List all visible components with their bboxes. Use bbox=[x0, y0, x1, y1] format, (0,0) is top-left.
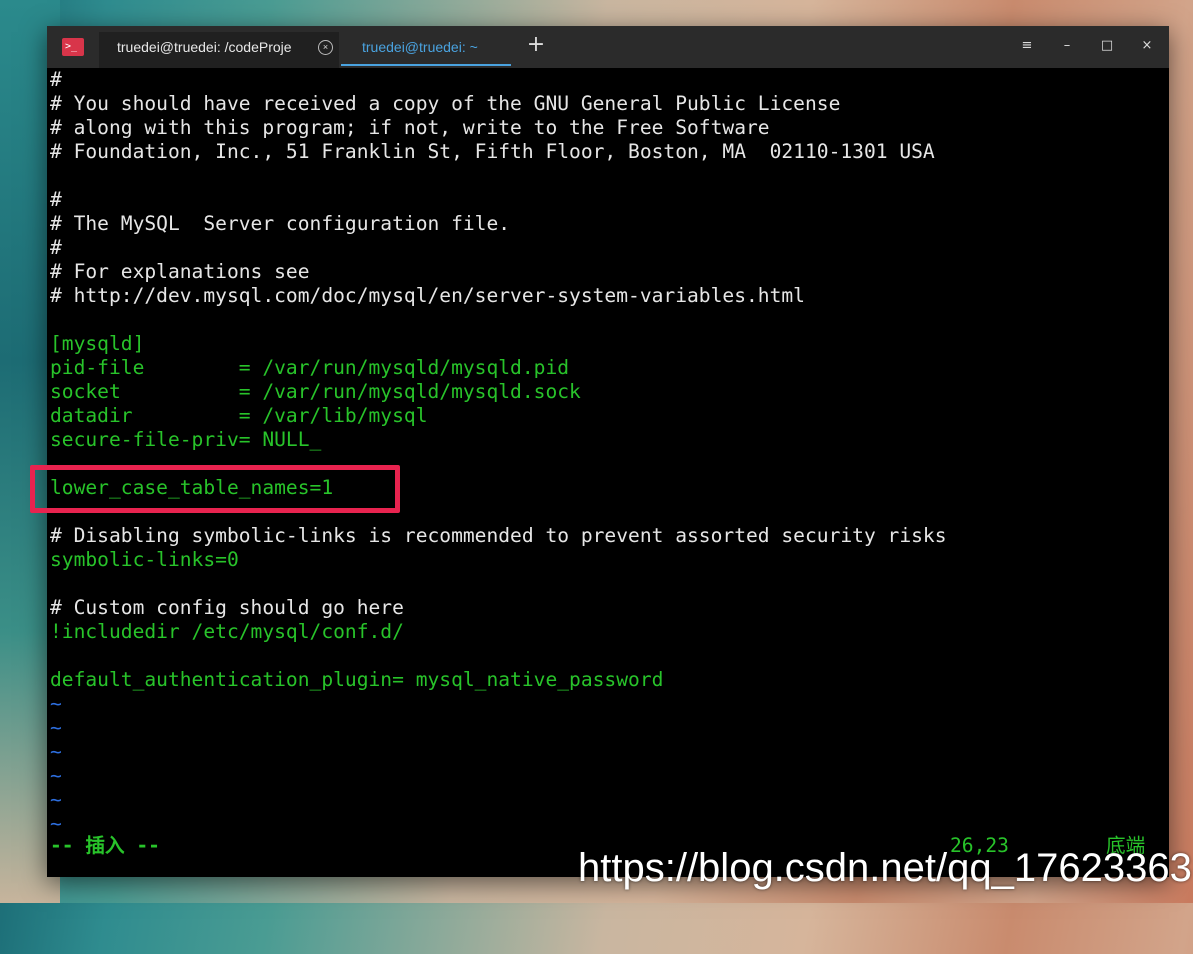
terminal-line: !includedir /etc/mysql/conf.d/ bbox=[50, 620, 404, 643]
terminal-line: socket = /var/run/mysqld/mysqld.sock bbox=[50, 380, 581, 403]
vim-mode-indicator: -- 插入 -- bbox=[50, 834, 160, 857]
maximize-icon[interactable]: □ bbox=[1097, 38, 1117, 53]
terminal-line: pid-file = /var/run/mysqld/mysqld.pid bbox=[50, 356, 570, 379]
terminal-line: secure-file-priv= NULL_ bbox=[50, 428, 322, 451]
tab-home[interactable]: truedei@truedei: ~ bbox=[341, 32, 511, 68]
terminal-line: # You should have received a copy of the… bbox=[50, 92, 841, 115]
terminal-app-icon: >_ bbox=[62, 38, 84, 56]
terminal-line: datadir = /var/lib/mysql bbox=[50, 404, 428, 427]
tab-close-icon[interactable]: × bbox=[318, 40, 333, 55]
terminal-line: # For explanations see bbox=[50, 260, 310, 283]
terminal-line: ~ bbox=[50, 788, 62, 811]
terminal-line: ~ bbox=[50, 716, 62, 739]
terminal-line: # http://dev.mysql.com/doc/mysql/en/serv… bbox=[50, 284, 805, 307]
terminal-line: # The MySQL Server configuration file. bbox=[50, 212, 511, 235]
minimize-icon[interactable]: – bbox=[1057, 38, 1077, 53]
terminal-line: ~ bbox=[50, 692, 62, 715]
highlight-annotation-box bbox=[30, 465, 400, 513]
tab-code-project[interactable]: truedei@truedei: /codeProje × bbox=[99, 32, 339, 68]
new-tab-plus-icon[interactable]: + bbox=[525, 34, 547, 56]
terminal-line: # bbox=[50, 236, 62, 259]
title-bar: >_ truedei@truedei: /codeProje × truedei… bbox=[47, 26, 1169, 68]
terminal-line: # Foundation, Inc., 51 Franklin St, Fift… bbox=[50, 140, 935, 163]
watermark-url: https://blog.csdn.net/qq_17623363 bbox=[578, 846, 1192, 890]
terminal-line: symbolic-links=0 bbox=[50, 548, 239, 571]
close-window-icon[interactable]: × bbox=[1137, 38, 1157, 53]
terminal-line: # Disabling symbolic-links is recommende… bbox=[50, 524, 947, 547]
terminal-window: >_ truedei@truedei: /codeProje × truedei… bbox=[47, 26, 1169, 877]
tab-label: truedei@truedei: /codeProje bbox=[117, 39, 292, 55]
terminal-line: # bbox=[50, 188, 62, 211]
terminal-line: ~ bbox=[50, 740, 62, 763]
terminal-line: # along with this program; if not, write… bbox=[50, 116, 770, 139]
terminal-line: [mysqld] bbox=[50, 332, 145, 355]
terminal-line: ~ bbox=[50, 812, 62, 835]
tab-label: truedei@truedei: ~ bbox=[362, 39, 478, 55]
active-tab-indicator bbox=[341, 64, 511, 66]
terminal-line: # bbox=[50, 68, 62, 91]
terminal-line: # Custom config should go here bbox=[50, 596, 404, 619]
terminal-line: default_authentication_plugin= mysql_nat… bbox=[50, 668, 664, 691]
menu-icon[interactable]: ≡ bbox=[1017, 38, 1037, 53]
terminal-line: ~ bbox=[50, 764, 62, 787]
terminal-content[interactable]: # # You should have received a copy of th… bbox=[50, 68, 1160, 836]
